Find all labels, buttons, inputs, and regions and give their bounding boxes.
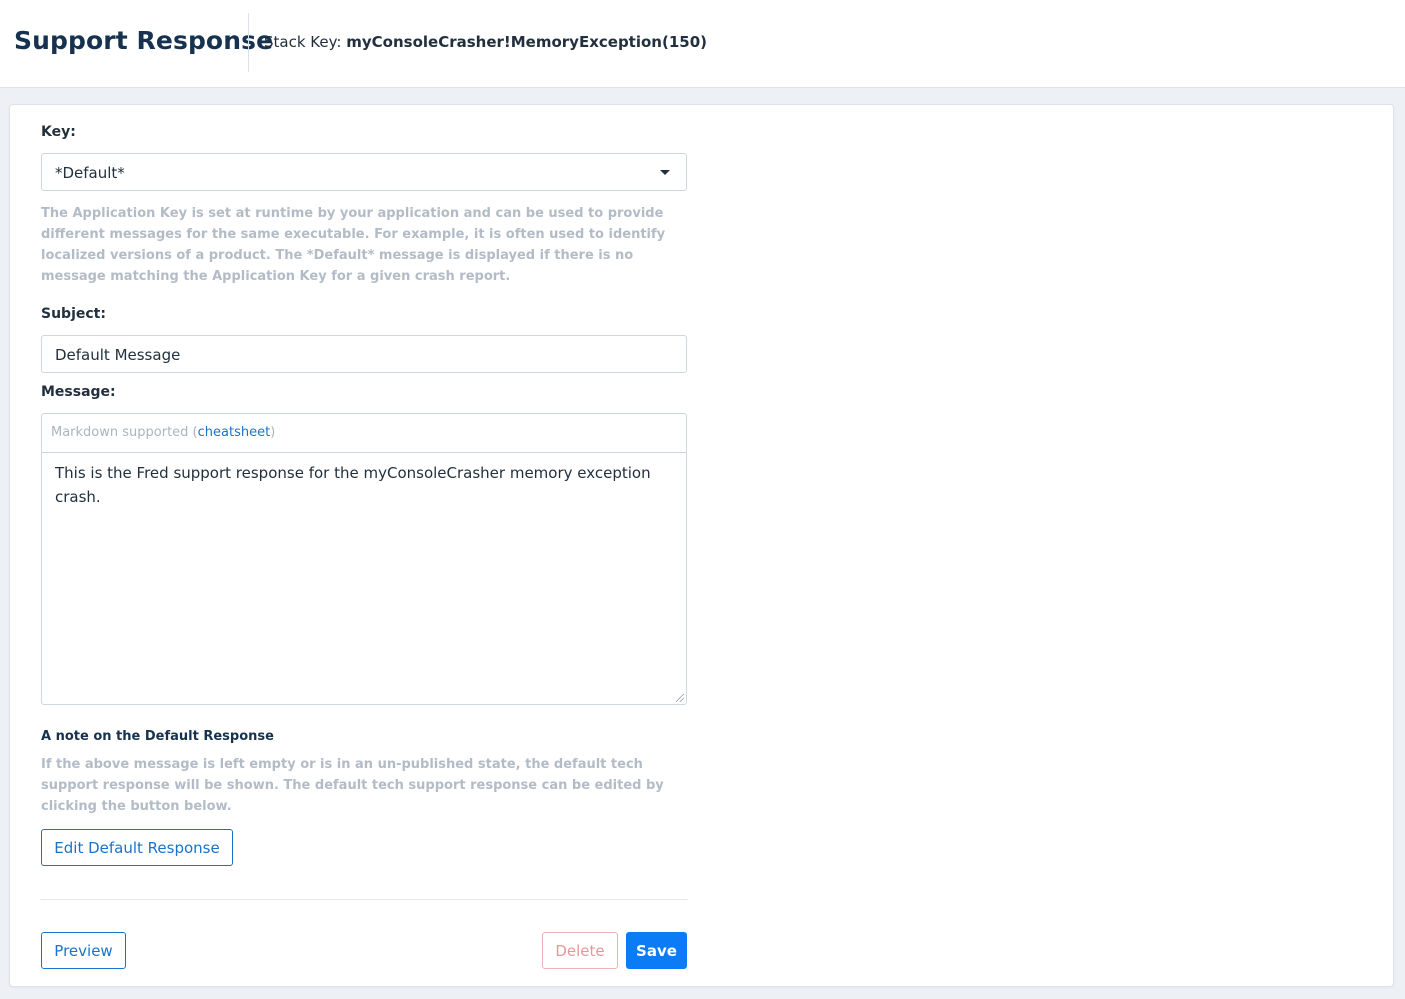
key-help-text: The Application Key is set at runtime by… xyxy=(41,206,666,284)
message-editor: Markdown supported (cheatsheet) This is … xyxy=(41,413,687,705)
stack-key: Stack Key: myConsoleCrasher!MemoryExcept… xyxy=(264,33,707,51)
header-divider xyxy=(248,13,249,72)
edit-default-response-button[interactable]: Edit Default Response xyxy=(41,829,233,866)
key-select-value: *Default* xyxy=(55,164,125,182)
stack-key-value: myConsoleCrasher!MemoryException(150) xyxy=(346,33,707,51)
default-response-note-title: A note on the Default Response xyxy=(41,729,274,744)
stack-key-label: Stack Key: xyxy=(264,33,342,51)
delete-button[interactable]: Delete xyxy=(542,932,618,969)
preview-button[interactable]: Preview xyxy=(41,932,126,969)
subject-label: Subject: xyxy=(41,306,106,322)
save-button[interactable]: Save xyxy=(626,932,687,969)
subject-input[interactable]: Default Message xyxy=(41,335,687,373)
default-response-note-text: If the above message is left empty or is… xyxy=(41,757,664,814)
markdown-hint-suffix: ) xyxy=(270,425,276,440)
resize-handle-icon[interactable] xyxy=(676,694,684,702)
cheatsheet-link[interactable]: cheatsheet xyxy=(198,425,271,440)
markdown-hint-prefix: Markdown supported ( xyxy=(51,425,198,440)
page-title: Support Response xyxy=(14,26,274,55)
divider xyxy=(41,899,687,900)
key-label: Key: xyxy=(41,124,76,140)
key-select[interactable]: *Default* xyxy=(41,153,687,191)
caret-down-icon xyxy=(660,170,670,175)
message-textarea[interactable]: This is the Fred support response for th… xyxy=(42,453,686,517)
message-label: Message: xyxy=(41,384,116,400)
page-header: Support Response Stack Key: myConsoleCra… xyxy=(0,0,1405,88)
markdown-hint: Markdown supported (cheatsheet) xyxy=(42,414,686,453)
